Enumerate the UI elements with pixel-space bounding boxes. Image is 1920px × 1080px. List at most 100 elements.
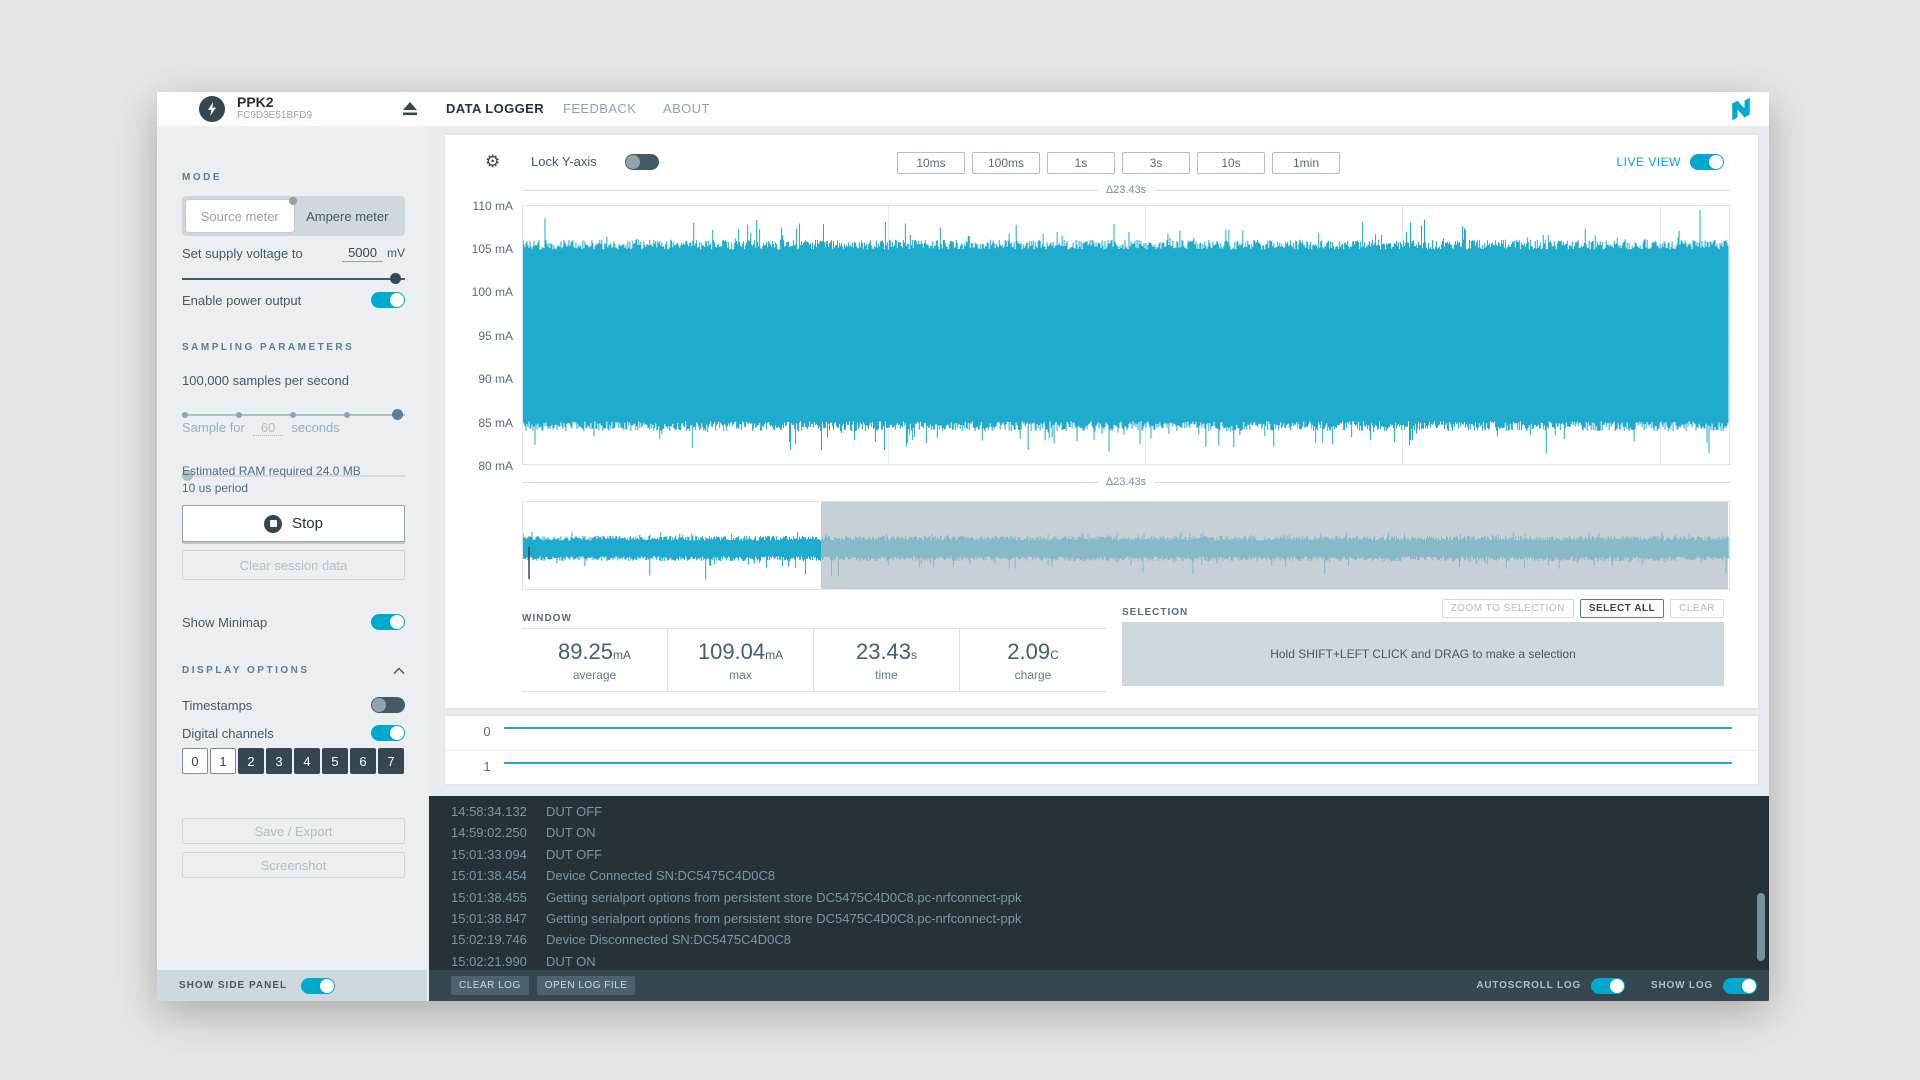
show-side-panel-toggle[interactable] <box>301 978 335 994</box>
log-row: 15:01:38.847Getting serialport options f… <box>451 908 1769 929</box>
y-axis-ticks: 110 mA 105 mA 100 mA 95 mA 90 mA 85 mA 8… <box>445 205 513 465</box>
digital-channel-trace <box>504 727 1732 729</box>
timestamps-toggle[interactable] <box>371 697 405 713</box>
channel-chip-0[interactable]: 0 <box>182 748 208 774</box>
show-log-toggle[interactable] <box>1723 978 1757 994</box>
tab-data-logger[interactable]: DATA LOGGER <box>446 92 544 126</box>
period-label: 10 us period <box>182 481 405 495</box>
supply-voltage-label: Set supply voltage to <box>182 246 303 261</box>
y-tick: 80 mA <box>445 459 513 473</box>
channel-chip-7[interactable]: 7 <box>378 748 404 774</box>
digital-channels-row: Digital channels <box>182 725 405 741</box>
log-message: DUT ON <box>546 822 596 843</box>
channel-chip-4[interactable]: 4 <box>294 748 320 774</box>
stat-value: 109.04 <box>698 639 765 664</box>
timestamps-row: Timestamps <box>182 697 405 713</box>
window-10ms-button[interactable]: 10ms <box>897 152 965 174</box>
app-window: PPK2 FC9D3E51BFD9 DATA LOGGER FEEDBACK A… <box>157 92 1769 1001</box>
y-tick: 100 mA <box>445 285 513 299</box>
channel-chip-3[interactable]: 3 <box>266 748 292 774</box>
live-view-label: LIVE VIEW <box>1616 155 1681 169</box>
show-minimap-toggle[interactable] <box>371 614 405 630</box>
channel-chip-6[interactable]: 6 <box>350 748 376 774</box>
slider-track <box>182 278 405 280</box>
clear-selection-button[interactable]: CLEAR <box>1670 599 1724 618</box>
zoom-to-selection-button[interactable]: ZOOM TO SELECTION <box>1442 599 1574 618</box>
log-row: 15:01:33.094DUT OFF <box>451 844 1769 865</box>
log-row: 15:02:19.746Device Disconnected SN:DC547… <box>451 929 1769 950</box>
supply-voltage-unit: mV <box>387 246 405 260</box>
clear-log-button[interactable]: CLEAR LOG <box>451 976 529 995</box>
digital-channel-row-0: 0 <box>445 716 1758 750</box>
display-options-row[interactable]: DISPLAY OPTIONS <box>182 665 405 676</box>
toggle-knob <box>626 155 640 169</box>
toggle-knob <box>1709 155 1723 169</box>
log-scrollbar[interactable] <box>1757 893 1765 961</box>
log-toolbar: CLEAR LOG OPEN LOG FILE AUTOSCROLL LOG S… <box>429 970 1769 1001</box>
mode-ampere-meter[interactable]: Ampere meter <box>294 200 402 232</box>
mode-source-meter[interactable]: Source meter <box>186 200 294 232</box>
clear-session-button[interactable]: Clear session data <box>182 550 405 580</box>
open-log-file-button[interactable]: OPEN LOG FILE <box>537 976 636 995</box>
toggle-knob <box>320 979 334 993</box>
digital-channel-selector: 0 1 2 3 4 5 6 7 <box>182 748 405 774</box>
log-row: 15:01:38.454Device Connected SN:DC5475C4… <box>451 865 1769 886</box>
header: PPK2 FC9D3E51BFD9 DATA LOGGER FEEDBACK A… <box>157 92 1769 126</box>
device-serial: FC9D3E51BFD9 <box>237 110 312 121</box>
minimap-viewport-overlay[interactable] <box>821 502 1728 589</box>
digital-channels-toggle[interactable] <box>371 725 405 741</box>
save-export-button[interactable]: Save / Export <box>182 818 405 844</box>
window-10s-button[interactable]: 10s <box>1197 152 1265 174</box>
minimap[interactable] <box>522 501 1730 590</box>
stop-button[interactable]: Stop <box>182 505 405 542</box>
window-1min-button[interactable]: 1min <box>1272 152 1340 174</box>
sample-for-row: Sample for 60 seconds <box>182 420 405 436</box>
chevron-up-icon[interactable] <box>393 667 405 675</box>
channel-chip-1[interactable]: 1 <box>210 748 236 774</box>
sampling-heading: SAMPLING PARAMETERS <box>182 342 405 353</box>
stat-average: 89.25mA average <box>522 629 668 691</box>
delta-time-bottom: Δ23.43s <box>522 476 1730 488</box>
tab-feedback[interactable]: FEEDBACK <box>563 92 636 126</box>
toggle-knob <box>390 726 404 740</box>
power-output-row: Enable power output <box>182 292 405 308</box>
log-panel: 14:58:34.132DUT OFF 14:59:02.250DUT ON 1… <box>429 796 1769 1001</box>
current-chart-plot[interactable] <box>522 205 1730 465</box>
slider-handle[interactable] <box>390 273 401 284</box>
log-message: Getting serialport options from persiste… <box>546 908 1021 929</box>
slider-handle[interactable] <box>392 409 403 420</box>
autoscroll-log-toggle[interactable] <box>1591 978 1625 994</box>
window-3s-button[interactable]: 3s <box>1122 152 1190 174</box>
log-time: 15:01:38.454 <box>451 865 546 886</box>
select-all-button[interactable]: SELECT ALL <box>1580 599 1664 618</box>
window-100ms-button[interactable]: 100ms <box>972 152 1040 174</box>
lock-y-axis-toggle[interactable] <box>625 154 659 170</box>
chart-panel: ⚙ Lock Y-axis 10ms 100ms 1s 3s 10s 1min … <box>445 135 1758 708</box>
digital-channel-trace <box>504 762 1732 764</box>
delta-time-top: Δ23.43s <box>522 184 1730 196</box>
tab-about[interactable]: ABOUT <box>663 92 710 126</box>
stat-label: max <box>729 668 752 682</box>
log-row: 14:59:02.250DUT ON <box>451 822 1769 843</box>
supply-voltage-slider[interactable] <box>182 272 405 286</box>
log-message: DUT OFF <box>546 844 602 865</box>
sample-for-suffix: seconds <box>291 420 339 435</box>
channel-chip-2[interactable]: 2 <box>238 748 264 774</box>
power-output-toggle[interactable] <box>371 292 405 308</box>
screenshot-button[interactable]: Screenshot <box>182 852 405 878</box>
live-view-control: LIVE VIEW <box>1616 154 1724 170</box>
channel-chip-5[interactable]: 5 <box>322 748 348 774</box>
window-1s-button[interactable]: 1s <box>1047 152 1115 174</box>
log-time: 15:01:38.455 <box>451 887 546 908</box>
eject-device-icon[interactable] <box>400 99 420 119</box>
mode-ampere-meter-label: Ampere meter <box>306 209 388 224</box>
toggle-knob <box>390 615 404 629</box>
chart-settings-gear-icon[interactable]: ⚙ <box>485 151 500 173</box>
live-view-toggle[interactable] <box>1690 154 1724 170</box>
show-log-label: SHOW LOG <box>1651 980 1713 991</box>
supply-voltage-input[interactable]: 5000 <box>342 245 383 262</box>
display-options-heading: DISPLAY OPTIONS <box>182 665 310 676</box>
sample-for-input[interactable]: 60 <box>253 420 283 436</box>
digital-channel-number: 0 <box>475 716 499 748</box>
stat-unit: mA <box>765 648 783 662</box>
